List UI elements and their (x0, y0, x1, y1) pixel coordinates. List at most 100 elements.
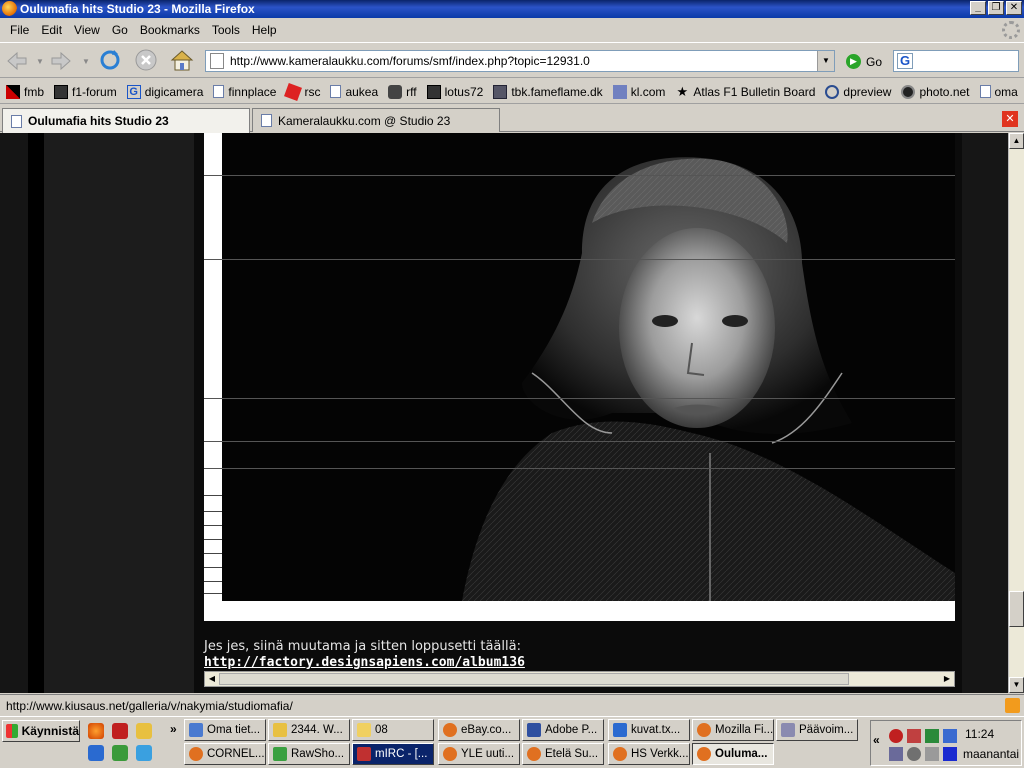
url-dropdown-icon[interactable]: ▼ (817, 51, 834, 71)
vertical-scrollbar[interactable]: ▲ ▼ (1008, 133, 1024, 693)
menu-bookmarks[interactable]: Bookmarks (134, 23, 206, 37)
task-button-active[interactable]: Ouluma... (692, 743, 774, 765)
portrait-photo[interactable] (222, 133, 955, 601)
minimize-button[interactable]: _ (970, 1, 986, 15)
tray-app-icon[interactable] (943, 729, 957, 743)
windows-logo-icon (6, 724, 18, 738)
task-button[interactable]: Etelä Su... (522, 743, 604, 765)
bookmark-item[interactable]: kl.com (612, 84, 665, 99)
search-box[interactable]: G (893, 50, 1019, 72)
task-button[interactable]: mIRC - [... (352, 743, 434, 765)
tray-app-icon[interactable] (925, 729, 939, 743)
restore-button[interactable]: ❐ (988, 1, 1004, 15)
menu-tools[interactable]: Tools (206, 23, 246, 37)
album-link[interactable]: http://factory.designsapiens.com/album13… (204, 655, 525, 670)
tab-kameralaukku[interactable]: Kameralaukku.com @ Studio 23 (252, 108, 500, 132)
menu-view[interactable]: View (68, 23, 106, 37)
forward-button[interactable] (50, 48, 76, 74)
bookmark-item[interactable]: f1-forum (54, 84, 117, 99)
menu-edit[interactable]: Edit (35, 23, 68, 37)
mail-icon[interactable] (112, 723, 128, 739)
page-content: Jes jes, siinä muutama ja sitten loppuse… (0, 133, 1008, 693)
page-icon (261, 114, 272, 127)
notes-icon[interactable] (136, 723, 152, 739)
bookmark-item[interactable]: finnplace (213, 85, 276, 99)
task-button[interactable]: Oma tiet... (184, 719, 266, 741)
menu-file[interactable]: File (4, 23, 35, 37)
bookmark-item[interactable]: dpreview (825, 84, 891, 99)
window-titlebar[interactable]: Oulumafia hits Studio 23 - Mozilla Firef… (0, 0, 1024, 18)
ie-icon[interactable] (88, 745, 104, 761)
clock-time[interactable]: 11:24 (965, 727, 994, 741)
task-button[interactable]: Adobe P... (522, 719, 604, 741)
horizontal-scrollbar[interactable]: ◀ ▶ (204, 671, 955, 687)
google-icon[interactable]: G (897, 53, 913, 69)
computer-icon (189, 723, 203, 737)
close-button[interactable]: ✕ (1006, 1, 1022, 15)
start-button[interactable]: Käynnistä (2, 720, 80, 742)
bookmark-item[interactable]: Gdigicamera (126, 84, 203, 99)
firefox-icon[interactable] (88, 723, 104, 739)
scroll-right-icon[interactable]: ▶ (940, 672, 954, 686)
tray-app-icon[interactable] (907, 729, 921, 743)
home-button[interactable] (170, 48, 196, 74)
bookmark-item[interactable]: rff (388, 84, 417, 99)
kl-icon (612, 84, 627, 99)
bookmark-item[interactable]: photo.net (901, 84, 970, 99)
scroll-left-icon[interactable]: ◀ (205, 672, 219, 686)
go-button[interactable]: ▶ Go (846, 54, 882, 69)
bookmark-item[interactable]: tbk.fameflame.dk (493, 84, 603, 99)
page-background (0, 133, 28, 693)
bookmark-item[interactable]: lotus72 (426, 84, 483, 99)
task-button[interactable]: Mozilla Fi... (692, 719, 774, 741)
quicklaunch-chevron-icon[interactable]: » (170, 722, 177, 736)
tray-expand-icon[interactable]: « (873, 733, 880, 747)
rss-icon[interactable] (1005, 698, 1020, 713)
close-tab-icon[interactable]: ✕ (1002, 111, 1018, 127)
task-button[interactable]: eBay.co... (438, 719, 520, 741)
task-button[interactable]: Päävoim... (776, 719, 858, 741)
tray-app-icon[interactable] (907, 747, 921, 761)
tab-oulumafia[interactable]: Oulumafia hits Studio 23 (2, 108, 250, 133)
image-line-artifact (204, 567, 222, 568)
image-line-artifact (204, 581, 222, 582)
media-player-icon[interactable] (943, 747, 957, 761)
url-bar[interactable]: ▼ (205, 50, 835, 72)
image-line-artifact (204, 553, 222, 554)
network-icon[interactable] (889, 747, 903, 761)
task-button[interactable]: 08 (352, 719, 434, 741)
app-icon[interactable] (136, 745, 152, 761)
url-input[interactable] (230, 54, 820, 68)
scroll-up-icon[interactable]: ▲ (1009, 133, 1024, 149)
star-icon: ★ (676, 83, 689, 99)
back-button[interactable] (6, 48, 32, 74)
forward-dropdown-icon[interactable]: ▼ (82, 57, 90, 66)
app-icon[interactable] (112, 745, 128, 761)
task-button[interactable]: 2344. W... (268, 719, 350, 741)
bookmark-item[interactable]: aukea (330, 85, 378, 99)
tray-app-icon[interactable] (925, 747, 939, 761)
task-button[interactable]: RawSho... (268, 743, 350, 765)
menu-help[interactable]: Help (246, 23, 283, 37)
bookmark-item[interactable]: rsc (284, 82, 320, 101)
bookmark-item[interactable]: oma (979, 85, 1018, 99)
task-button[interactable]: HS Verkk... (608, 743, 690, 765)
reload-button[interactable] (98, 48, 124, 74)
firefox-icon (697, 723, 711, 737)
scroll-down-icon[interactable]: ▼ (1009, 677, 1024, 693)
tray-app-icon[interactable] (889, 729, 903, 743)
taskbar: Käynnistä » Oma tiet... 2344. W... 08 eB… (0, 716, 1024, 768)
bookmark-item[interactable]: fmb (6, 84, 44, 99)
menu-go[interactable]: Go (106, 23, 134, 37)
task-button[interactable]: YLE uuti... (438, 743, 520, 765)
stop-button[interactable] (134, 48, 160, 74)
bookmark-item[interactable]: ★ Atlas F1 Bulletin Board (675, 83, 816, 99)
image-line-artifact (204, 539, 222, 540)
back-dropdown-icon[interactable]: ▼ (36, 57, 44, 66)
scroll-thumb[interactable] (219, 673, 849, 685)
task-button[interactable]: CORNEL... (184, 743, 266, 765)
stop-icon (135, 49, 157, 71)
task-button[interactable]: kuvat.tx... (608, 719, 690, 741)
scroll-thumb[interactable] (1009, 591, 1024, 627)
notes-icon (273, 723, 287, 737)
